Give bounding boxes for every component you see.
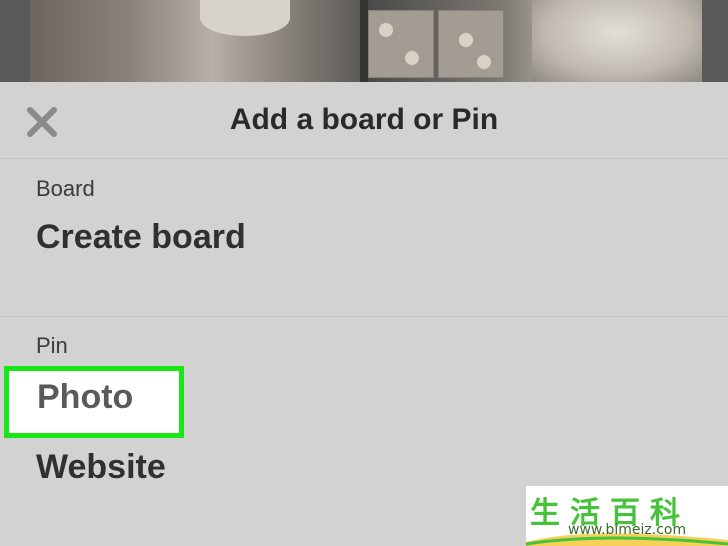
background-photo-grid xyxy=(0,0,728,82)
photo-option-highlight[interactable]: Photo xyxy=(4,366,184,438)
sheet-title: Add a board or Pin xyxy=(229,103,499,136)
photo-frame-edge xyxy=(702,0,728,82)
photo-frame-edge xyxy=(0,0,30,82)
photo-grid-cell xyxy=(368,10,434,78)
background-photo-left xyxy=(30,0,360,82)
background-photo-fabric xyxy=(532,0,702,82)
watermark-logo-text: 生活百科 xyxy=(530,496,690,531)
photo-detail xyxy=(459,33,473,47)
create-board-option[interactable]: Create board xyxy=(36,218,246,257)
photo-detail xyxy=(405,51,419,65)
photo-option[interactable]: Photo xyxy=(37,378,133,417)
add-board-or-pin-sheet: Add a board or Pin Board Create board Pi… xyxy=(0,82,728,546)
photo-detail xyxy=(200,0,290,36)
website-option[interactable]: Website xyxy=(36,448,166,487)
section-divider xyxy=(0,316,728,317)
pin-section-label: Pin xyxy=(36,333,68,358)
photo-grid-cell xyxy=(438,10,504,78)
board-section-label: Board xyxy=(36,176,95,201)
watermark-url: www.bimeiz.com xyxy=(568,522,687,538)
photo-detail xyxy=(379,23,393,37)
photo-detail xyxy=(477,55,491,69)
sheet-header: Add a board or Pin xyxy=(0,82,728,159)
site-watermark: 生活百科 www.bimeiz.com xyxy=(526,486,728,546)
